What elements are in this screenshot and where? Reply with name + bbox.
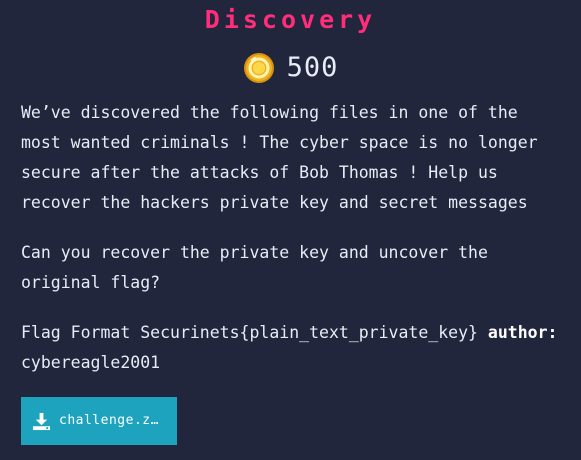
download-challenge-button[interactable]: challenge.z…	[21, 397, 177, 445]
description-paragraph-1: We’ve discovered the following files in …	[21, 103, 538, 212]
challenge-panel: Discovery 500 We’ve discovered the follo…	[0, 0, 581, 460]
download-label: challenge.z…	[59, 413, 159, 428]
coin-icon	[243, 53, 274, 83]
points-row: 500	[0, 50, 581, 86]
download-icon	[32, 412, 51, 430]
challenge-title: Discovery	[204, 5, 377, 34]
description-paragraph-2: Can you recover the private key and unco…	[21, 243, 488, 292]
points-value: 500	[286, 52, 339, 83]
author-label: author:	[487, 323, 558, 342]
flag-format-paragraph: Flag Format Securinets{plain_text_privat…	[21, 318, 566, 378]
flag-format-text: Flag Format Securinets{plain_text_privat…	[21, 323, 478, 342]
author-name: cybereagle2001	[21, 353, 161, 372]
